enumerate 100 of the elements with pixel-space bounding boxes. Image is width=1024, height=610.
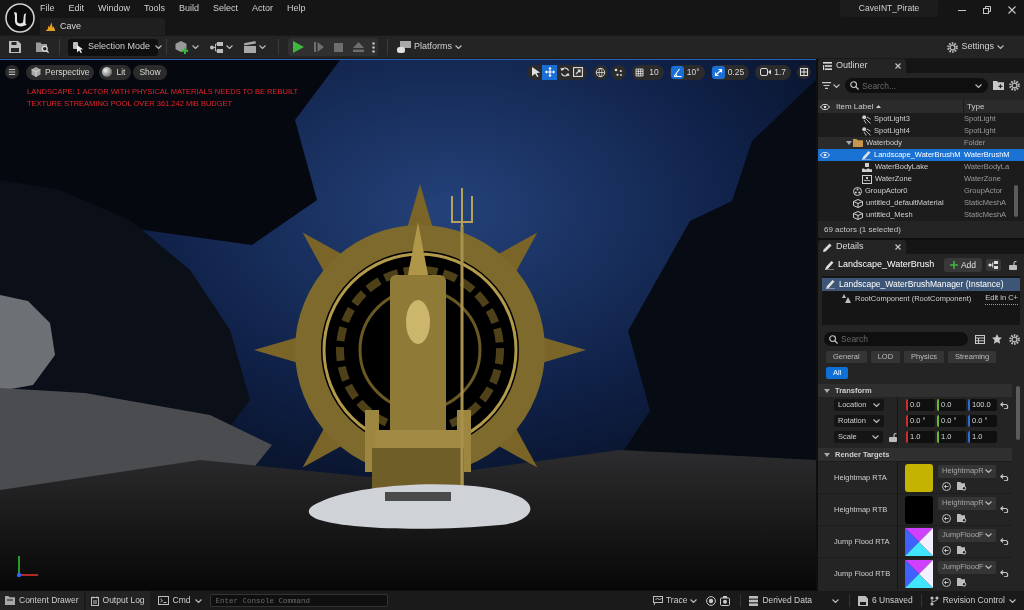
close-icon[interactable] [895,63,901,69]
folder-search-icon[interactable] [957,481,967,491]
folder-search-icon[interactable] [957,513,967,523]
texture-thumbnail [905,527,933,556]
component-row[interactable]: Landscape_WaterBrushManager (Instance) [822,278,1020,291]
settings-icon[interactable] [1009,333,1020,345]
folder-search-icon[interactable] [957,545,967,555]
document-tab[interactable]: Cave [40,18,165,35]
globe-icon[interactable] [593,64,609,80]
caret-icon [155,45,163,49]
settings-icon[interactable] [1009,80,1020,91]
trace-button[interactable]: Trace [652,594,698,607]
spotlight-icon [862,114,871,124]
arrow-circle-icon[interactable] [942,481,951,491]
camera-icon[interactable] [720,595,731,606]
caret-icon [873,419,880,423]
cinematics-button[interactable] [244,41,266,53]
clapperboard-icon [244,41,256,53]
four-panes-icon[interactable] [797,65,811,79]
node-graph-icon [210,41,223,53]
texture-thumbnail [905,559,933,588]
menu-item[interactable]: Tools [137,0,173,16]
caret-icon [690,598,698,603]
spotlight-icon [862,126,871,136]
expand-arrow-icon[interactable] [845,141,852,145]
folder-search-icon[interactable] [957,577,967,587]
settings-button[interactable]: Settings [947,40,1004,54]
play-icon [293,41,304,53]
add-actor-button[interactable] [175,40,199,54]
expand-arrow-icon[interactable] [824,452,830,457]
menu-item[interactable]: Help [280,0,313,16]
menu-item[interactable]: File [33,0,62,16]
scrollbar[interactable] [1014,185,1018,217]
caret-icon [259,45,266,49]
caret-icon [873,403,880,407]
node-graph-icon[interactable] [986,259,1001,271]
pencil-line-icon [862,150,871,160]
panel-tab[interactable]: Details [818,240,906,254]
restore-icon[interactable] [983,6,991,14]
menu-item[interactable]: Actor [245,0,281,16]
star-icon[interactable] [992,334,1002,344]
caret-icon [985,533,992,537]
unsaved-button[interactable]: 6 Unsaved [858,594,913,607]
filter-button[interactable] [822,82,840,89]
derived-data-button[interactable]: Derived Data [749,594,839,607]
add-button[interactable]: Add [943,258,982,272]
arrow-circle-icon[interactable] [942,513,951,523]
menu-item[interactable]: Build [172,0,207,16]
scrollbar[interactable] [1016,386,1020,440]
revision-control-button[interactable]: Revision Control [929,594,1016,607]
unlocked-icon[interactable] [1009,260,1017,270]
caret-icon [832,598,839,603]
caret-icon [455,45,462,49]
arrow-circle-icon[interactable] [942,545,951,555]
panel-tab[interactable]: Outliner [818,59,906,73]
triangles-icon [842,294,851,303]
minimize-icon[interactable] [958,9,966,11]
pencil-line-icon [826,280,835,289]
output-log-button[interactable]: Output Log [85,591,150,610]
folder-search-icon[interactable] [36,41,49,53]
more-icon[interactable] [372,41,375,53]
menu-item[interactable]: Edit [61,0,92,16]
play-button[interactable] [291,39,306,55]
command-dropdown[interactable]: Cmd [157,594,202,607]
close-icon[interactable] [895,244,901,250]
advance-frame-icon [314,42,324,52]
unlocked-icon[interactable] [889,432,897,442]
flame-icon [46,22,55,31]
dots-icon[interactable] [611,64,627,80]
arrow-circle-icon[interactable] [942,577,951,587]
menu-icon[interactable] [5,65,19,79]
blueprint-button[interactable] [210,41,233,53]
save-icon[interactable] [9,41,21,53]
caret-icon [192,45,199,49]
close-icon[interactable] [1008,6,1016,14]
add-folder-icon[interactable] [993,81,1004,90]
monitor-gamepad-icon [397,41,411,53]
platforms-button[interactable]: Platforms [397,40,462,54]
search-field[interactable]: Search... [845,78,988,93]
framed-wave-icon [862,174,872,184]
record-icon[interactable] [706,595,717,606]
column-header[interactable]: Type [964,100,985,113]
terminal-icon [157,596,169,605]
undo-arrow-icon[interactable] [1000,538,1009,545]
menu-item[interactable]: Window [91,0,138,16]
search-field[interactable]: Search [824,332,968,346]
content-drawer-button[interactable]: Content Drawer [0,591,84,610]
undo-arrow-icon[interactable] [1000,474,1009,481]
table-icon[interactable] [975,334,985,344]
menu-item[interactable]: Select [206,0,246,16]
undo-arrow-icon[interactable] [1000,506,1009,513]
list-icon [823,62,832,70]
stacked-bars-icon [749,595,759,606]
cube-outline-icon [853,198,863,208]
expand-arrow-icon[interactable] [824,388,830,393]
undo-arrow-icon[interactable] [1000,401,1009,409]
caret-icon [833,83,840,88]
eject-icon [353,42,364,52]
undo-arrow-icon[interactable] [1000,570,1009,577]
plus-icon [949,261,958,269]
